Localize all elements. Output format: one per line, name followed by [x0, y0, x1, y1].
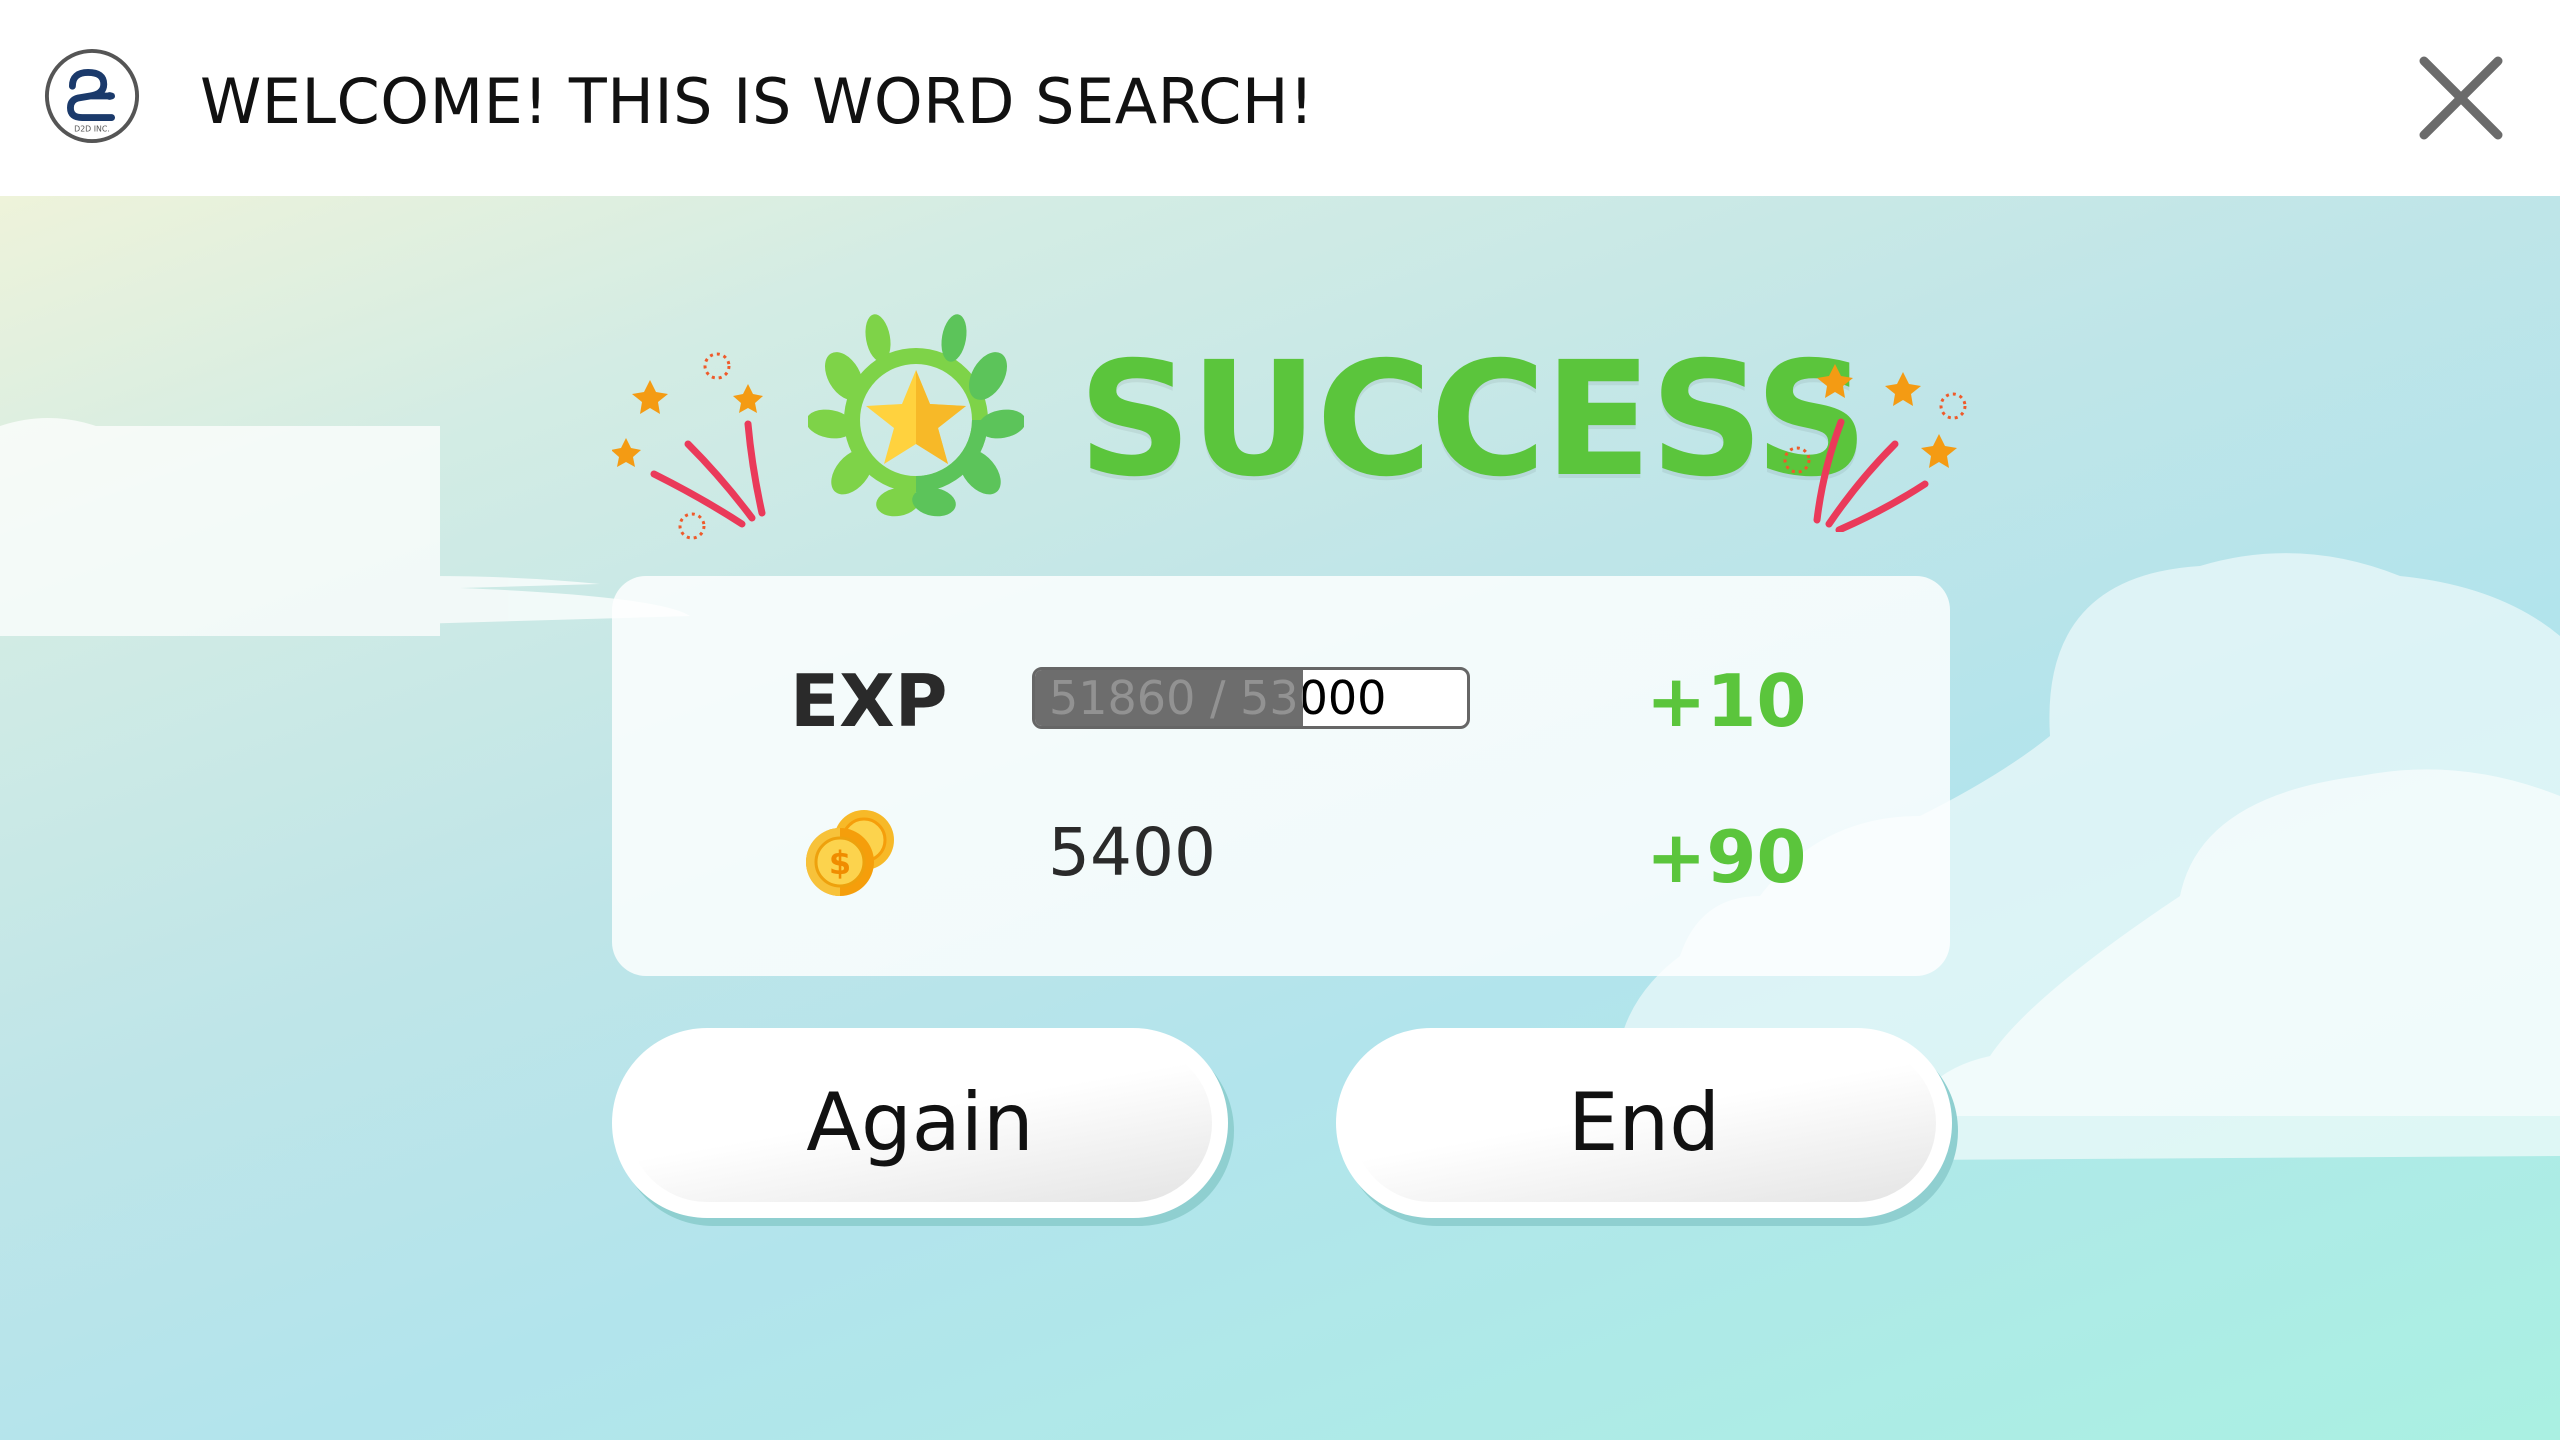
d2d-logo-icon: D2D INC.: [44, 48, 140, 144]
again-button[interactable]: Again: [612, 1028, 1228, 1218]
exp-progress-bar: 51860 / 53000: [1032, 667, 1470, 729]
end-button[interactable]: End: [1336, 1028, 1952, 1218]
top-bar: D2D INC. WELCOME! THIS IS WORD SEARCH!: [0, 0, 2560, 196]
game-background: SUCCESS EXP 51860 / 53000 +10 $ 5400 +90…: [0, 196, 2560, 1440]
coin-gain: +90: [1646, 815, 1807, 899]
results-card: [612, 576, 1950, 976]
exp-gain: +10: [1646, 659, 1807, 743]
game-screen: D2D INC. WELCOME! THIS IS WORD SEARCH! S…: [0, 0, 2560, 1440]
fireworks-left-icon: [612, 352, 766, 540]
exp-label: EXP: [790, 659, 948, 743]
svg-text:$: $: [829, 844, 851, 882]
success-title: SUCCESS: [1078, 328, 1868, 512]
again-button-label: Again: [806, 1076, 1034, 1169]
star-wreath-icon: [808, 314, 1024, 517]
coin-balance: 5400: [1048, 814, 1216, 891]
fireworks-right-icon: [1783, 364, 1967, 532]
exp-progress-text: 51860 / 53000: [1049, 671, 1387, 725]
close-icon[interactable]: [2416, 53, 2506, 143]
coins-icon: $: [806, 810, 894, 896]
end-button-label: End: [1567, 1076, 1721, 1169]
window-title: WELCOME! THIS IS WORD SEARCH!: [200, 65, 1315, 138]
svg-text:D2D INC.: D2D INC.: [74, 124, 110, 133]
